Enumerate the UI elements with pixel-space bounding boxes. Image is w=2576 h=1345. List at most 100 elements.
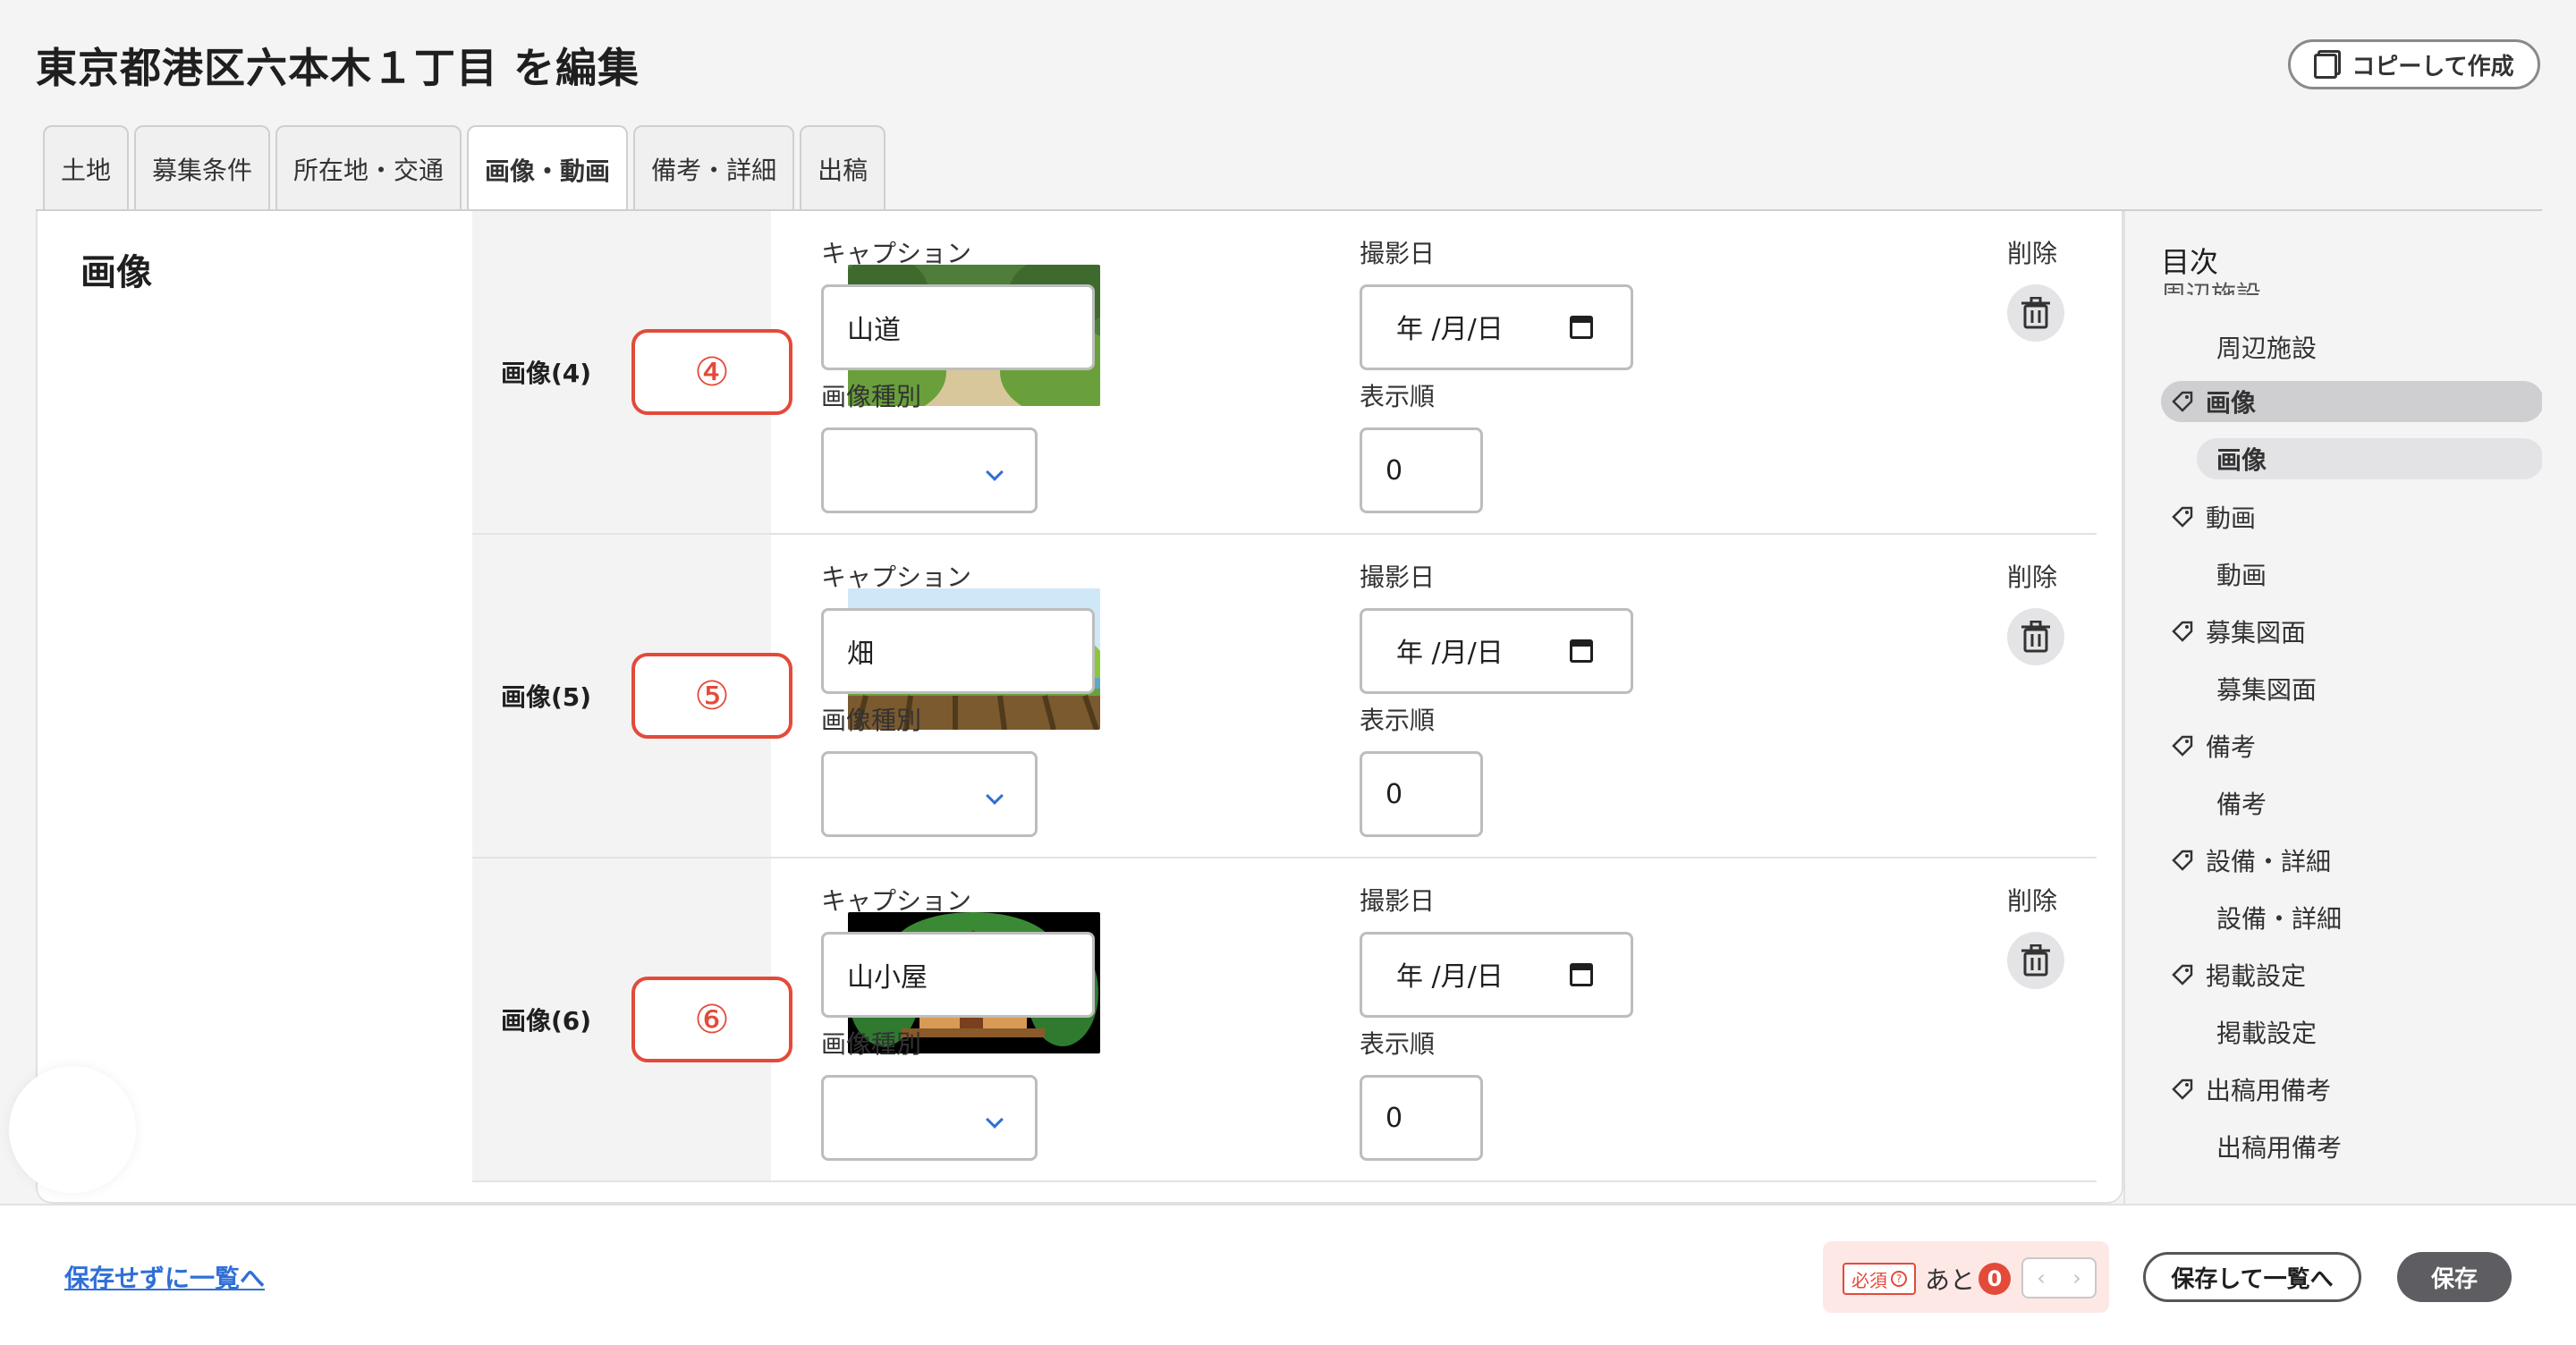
image-type-label: 画像種別 [821, 382, 922, 411]
tab-land[interactable]: 土地 [43, 125, 130, 211]
image-type-label: 画像種別 [821, 706, 922, 735]
toc-item-notes[interactable]: 備考 [2216, 785, 2267, 821]
toc-section-listing-settings[interactable]: 掲載設定 [2172, 957, 2306, 993]
caption-input[interactable]: 山小屋 [821, 932, 1095, 1018]
save-and-list-button[interactable]: 保存して一覧へ [2143, 1252, 2361, 1302]
toc-section-facilities-details[interactable]: 設備・詳細 [2172, 842, 2331, 878]
toc-section-notes[interactable]: 備考 [2172, 728, 2256, 764]
display-order-label: 表示順 [1360, 1029, 1436, 1059]
tab-images-videos[interactable]: 画像・動画 [467, 125, 629, 213]
image-type-label: 画像種別 [821, 1029, 922, 1059]
toc-item-publish-notes[interactable]: 出稿用備考 [2216, 1129, 2342, 1164]
toc-section-videos[interactable]: 動画 [2172, 499, 2256, 535]
trash-icon [2021, 297, 2050, 329]
tab-location[interactable]: 所在地・交通 [275, 125, 462, 211]
caption-label: キャプション [821, 886, 972, 916]
chevron-right-icon[interactable]: › [2059, 1259, 2095, 1297]
tab-conditions[interactable]: 募集条件 [134, 125, 271, 211]
image-type-select[interactable] [821, 1075, 1038, 1161]
caption-label: キャプション [821, 239, 972, 268]
delete-button[interactable] [2007, 932, 2064, 989]
shoot-date-label: 撮影日 [1360, 563, 1436, 592]
required-pager: ‹ › [2021, 1257, 2097, 1298]
toc-item-nearby-facilities[interactable]: 周辺施設 [2216, 329, 2317, 365]
shoot-date-label: 撮影日 [1360, 239, 1436, 268]
required-badge: 必須 ? [1843, 1263, 1916, 1295]
image-edit-panel: 画像 画像(4) ④ キャプション 山道 画像種別 撮影日 年 /月/日 表示順… [36, 211, 2123, 1204]
trash-icon [2021, 621, 2050, 653]
image-row: 画像(4) ④ キャプション 山道 画像種別 撮影日 年 /月/日 表示順 0 … [472, 211, 2097, 535]
chevron-down-icon [986, 1111, 1004, 1129]
image-row: 画像(6) ⑥ キャプション 山小屋 画像種別 撮影日 年 /月/日 表示順 0… [472, 859, 2097, 1182]
toc-section-publish-notes[interactable]: 出稿用備考 [2172, 1071, 2331, 1107]
back-without-saving-link[interactable]: 保存せずに一覧へ [64, 1259, 265, 1295]
calendar-icon[interactable] [1570, 316, 1593, 339]
remaining-count-badge: 0 [1979, 1263, 2011, 1295]
toc-item-images[interactable]: 画像 [2197, 438, 2542, 479]
section-title: 画像 [80, 252, 152, 293]
display-order-input[interactable]: 0 [1360, 751, 1483, 837]
tag-icon [2172, 391, 2193, 412]
toc-item-listing-settings[interactable]: 掲載設定 [2216, 1014, 2317, 1050]
toc-section-floor-plans[interactable]: 募集図面 [2172, 613, 2306, 649]
toc-section-label: 画像 [2206, 388, 2257, 418]
chevron-down-icon [986, 787, 1004, 805]
display-order-label: 表示順 [1360, 706, 1436, 735]
toc-section-label: 動画 [2206, 503, 2257, 533]
copy-button-label: コピーして作成 [2351, 53, 2514, 80]
caption-input[interactable]: 畑 [821, 608, 1095, 694]
date-placeholder: 年 /月/日 [1396, 638, 1504, 669]
display-order-input[interactable]: 0 [1360, 427, 1483, 513]
copy-icon [2314, 50, 2342, 79]
date-placeholder: 年 /月/日 [1396, 314, 1504, 345]
display-order-input[interactable]: 0 [1360, 1075, 1483, 1161]
shoot-date-input[interactable]: 年 /月/日 [1360, 284, 1633, 370]
remaining-label: あと [1925, 1265, 1976, 1295]
tab-notes-details[interactable]: 備考・詳細 [633, 125, 795, 211]
display-order-label: 表示順 [1360, 382, 1436, 411]
image-row: 画像(5) ⑤ キャプション 畑 画像種別 撮影日 年 /月/日 表示順 0 削… [472, 535, 2097, 859]
delete-button[interactable] [2007, 608, 2064, 665]
toc-item-cut-off[interactable]: 周辺施設 [2161, 275, 2261, 295]
chevron-left-icon[interactable]: ‹ [2023, 1259, 2059, 1297]
required-fields-indicator: 必須 ? あと 0 ‹ › [1823, 1241, 2109, 1313]
save-button[interactable]: 保存 [2397, 1252, 2512, 1302]
tab-publish[interactable]: 出稿 [800, 125, 886, 211]
shoot-date-label: 撮影日 [1360, 886, 1436, 916]
copy-and-create-button[interactable]: コピーして作成 [2288, 39, 2540, 89]
shoot-date-input[interactable]: 年 /月/日 [1360, 932, 1633, 1018]
toc-section-label: 設備・詳細 [2206, 847, 2332, 876]
toc-item-videos[interactable]: 動画 [2216, 556, 2267, 592]
date-placeholder: 年 /月/日 [1396, 961, 1504, 993]
row-label: 画像(6) [501, 1006, 592, 1036]
table-of-contents: 目次 周辺施設 周辺施設 画像 画像 動画 動画 募集図面 募集図面 備考 備考… [2123, 211, 2542, 1204]
chevron-down-icon [986, 463, 1004, 481]
toc-section-label: 備考 [2206, 732, 2257, 762]
toc-section-label: 募集図面 [2206, 618, 2307, 647]
number-annotation: ⑥ [631, 977, 792, 1062]
delete-label: 削除 [2007, 886, 2058, 916]
shoot-date-input[interactable]: 年 /月/日 [1360, 608, 1633, 694]
image-type-select[interactable] [821, 751, 1038, 837]
number-annotation: ④ [631, 329, 792, 415]
toc-item-facilities-details[interactable]: 設備・詳細 [2216, 900, 2342, 935]
delete-button[interactable] [2007, 284, 2064, 342]
tag-icon [2172, 1079, 2193, 1100]
help-icon[interactable]: ? [1891, 1271, 1907, 1287]
toc-section-images[interactable]: 画像 [2161, 381, 2542, 422]
row-label-area: 画像(6) ⑥ [472, 859, 792, 1180]
required-badge-label: 必須 [1852, 1269, 1887, 1291]
caption-label: キャプション [821, 563, 972, 592]
floating-action-circle[interactable] [9, 1066, 136, 1193]
delete-label: 削除 [2007, 563, 2058, 592]
calendar-icon[interactable] [1570, 963, 1593, 986]
number-annotation: ⑤ [631, 653, 792, 739]
caption-input[interactable]: 山道 [821, 284, 1095, 370]
delete-label: 削除 [2007, 239, 2058, 268]
tag-icon [2172, 850, 2193, 871]
tag-icon [2172, 964, 2193, 985]
image-type-select[interactable] [821, 427, 1038, 513]
toc-item-floor-plans[interactable]: 募集図面 [2216, 671, 2317, 706]
calendar-icon[interactable] [1570, 639, 1593, 663]
row-label-area: 画像(4) ④ [472, 211, 792, 533]
